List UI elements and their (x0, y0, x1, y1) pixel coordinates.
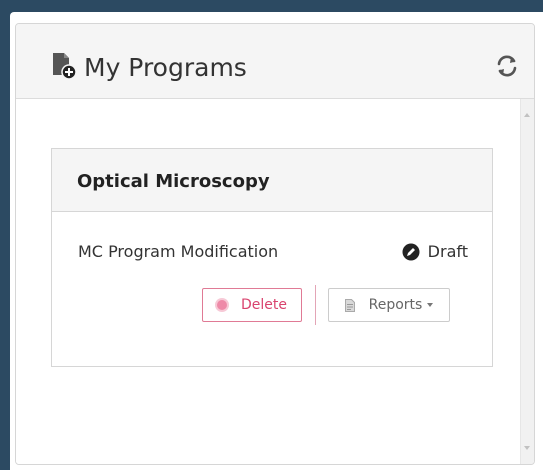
chevron-down-icon (427, 303, 434, 307)
status-badge: Draft (402, 242, 468, 261)
panel-body: Optical Microscopy MC Program Modificati… (16, 99, 520, 464)
card-header: Optical Microscopy (52, 149, 492, 212)
my-programs-panel: My Programs Optical Microscopy MC Progra… (15, 23, 535, 465)
delete-label: Delete (241, 297, 287, 313)
scroll-up-arrow-icon[interactable] (524, 113, 530, 117)
document-icon (344, 298, 355, 312)
draft-pencil-icon (402, 243, 420, 261)
reports-dropdown-button[interactable]: Reports (328, 288, 450, 322)
file-plus-icon (51, 52, 77, 80)
program-card: Optical Microscopy MC Program Modificati… (51, 148, 493, 367)
action-divider (315, 285, 316, 325)
panel-title: My Programs (84, 53, 247, 82)
panel-header: My Programs (16, 24, 534, 99)
card-title: Optical Microscopy (77, 171, 270, 192)
refresh-icon[interactable] (494, 53, 520, 79)
delete-dot-icon (217, 300, 227, 310)
delete-button[interactable]: Delete (202, 288, 302, 322)
status-label: Draft (427, 242, 468, 261)
reports-label: Reports (368, 297, 423, 313)
vertical-scrollbar[interactable] (520, 99, 534, 464)
scroll-down-arrow-icon[interactable] (524, 446, 530, 450)
program-name[interactable]: MC Program Modification (78, 242, 278, 261)
